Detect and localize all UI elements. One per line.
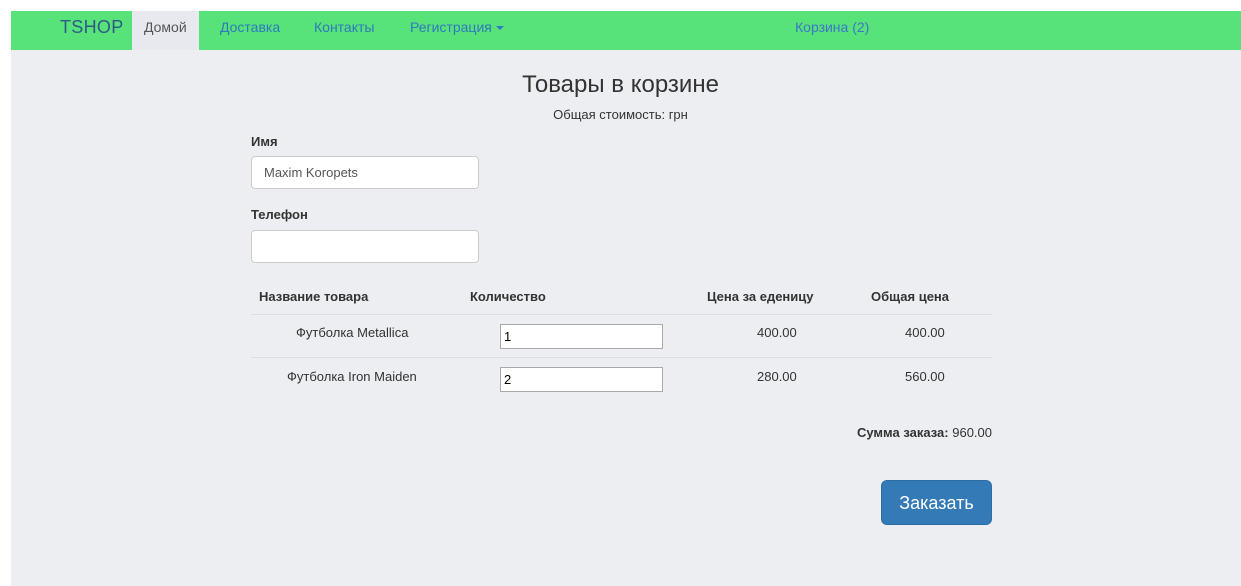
chevron-down-icon <box>495 26 504 31</box>
page-title: Товары в корзине <box>522 71 719 98</box>
product-name: Футболка Metallica <box>296 325 409 340</box>
total-price: 560.00 <box>905 369 945 384</box>
column-header-total-price: Общая цена <box>871 289 949 304</box>
column-header-quantity: Количество <box>470 289 546 304</box>
phone-label: Телефон <box>251 207 308 222</box>
nav-item-registration-label: Регистрация <box>410 19 492 35</box>
order-button[interactable]: Заказать <box>881 480 992 525</box>
quantity-field[interactable] <box>500 324 663 349</box>
name-label: Имя <box>251 134 278 149</box>
table-header-divider <box>251 314 992 315</box>
navbar: TSHOP Домой Доставка Контакты Регистраци… <box>11 11 1241 50</box>
column-header-product: Название товара <box>259 289 369 304</box>
quantity-field[interactable] <box>500 367 663 392</box>
unit-price: 400.00 <box>757 325 797 340</box>
nav-item-registration[interactable]: Регистрация <box>410 11 504 50</box>
order-sum-label: Сумма заказа: <box>856 425 949 440</box>
order-sum: Сумма заказа: 960.00 <box>857 425 992 440</box>
name-field[interactable] <box>251 156 479 189</box>
brand-logo[interactable]: TSHOP <box>60 11 124 50</box>
cart-link[interactable]: Корзина (2) <box>795 11 869 50</box>
nav-item-delivery[interactable]: Доставка <box>220 11 280 50</box>
unit-price: 280.00 <box>757 369 797 384</box>
row-divider <box>251 357 992 358</box>
column-header-unit-price: Цена за еденицу <box>707 289 814 304</box>
product-name: Футболка Iron Maiden <box>287 369 417 384</box>
nav-item-contacts[interactable]: Контакты <box>314 11 374 50</box>
total-cost-text: Общая стоимость: грн <box>553 107 688 122</box>
order-sum-value: 960.00 <box>952 425 992 440</box>
phone-field[interactable] <box>251 230 479 263</box>
total-price: 400.00 <box>905 325 945 340</box>
nav-item-home[interactable]: Домой <box>132 11 199 50</box>
